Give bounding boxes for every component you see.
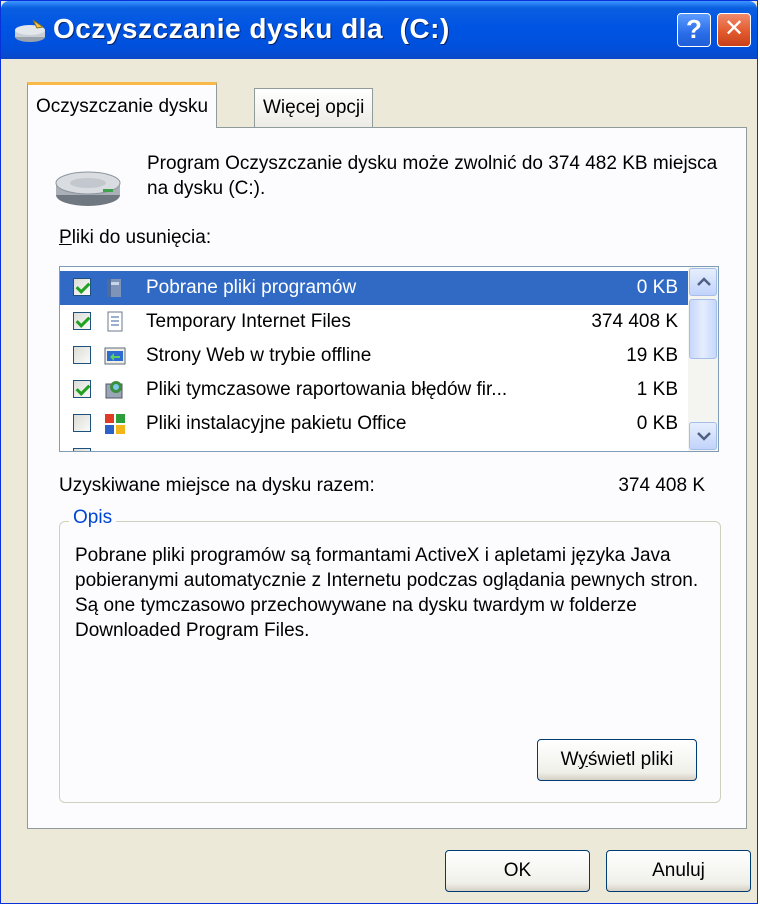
view-files-label-prefix: W [560,749,579,770]
error-report-icon [105,381,123,399]
hard-drive-icon [55,171,121,206]
file-name: Pliki tymczasowe raportowania błędów fir… [146,379,508,400]
file-size: 1 KB [636,379,678,400]
scroll-down-button[interactable] [689,422,717,450]
vertical-scrollbar[interactable] [688,267,718,451]
description-legend: Opis [69,507,117,529]
cancel-button[interactable]: Anuluj [606,850,751,892]
list-item[interactable]: Pliki tymczasowe raportowania błędów fir… [60,373,688,407]
file-size: 19 KB [626,345,678,366]
tab-disk-cleanup[interactable]: Oczyszczanie dysku [27,82,218,128]
item-checkbox[interactable] [73,312,91,330]
list-item[interactable]: Pliki instalacyjne pakietu Office 0 KB [60,407,688,441]
file-name: Pobrane pliki programów [146,277,357,298]
help-button[interactable]: ? [677,13,711,47]
total-space-label: Uzyskiwane miejsce na dysku razem: [59,475,375,496]
view-files-button[interactable]: Wyświetl pliki [537,739,697,781]
chevron-down-icon [697,432,711,441]
title-bar[interactable]: Oczyszczanie dysku dla (C:) ? ✕ [1,1,757,59]
close-button[interactable]: ✕ [717,13,751,47]
item-checkbox[interactable] [73,448,91,451]
files-to-delete-label: Pliki do usunięcia: [59,227,211,249]
scroll-thumb[interactable] [689,299,717,359]
list-item[interactable]: Temporary Internet Files 374 408 K [60,305,688,339]
view-files-accesskey: y [578,749,588,770]
list-item[interactable]: Strony Web w trybie offline 19 KB [60,339,688,373]
item-checkbox[interactable] [73,414,91,432]
files-label-text: liki do usunięcia: [71,227,212,248]
total-space-value: 374 408 K [618,475,705,496]
office-icon [105,414,125,434]
disk-cleanup-icon [15,19,45,42]
window-title: Oczyszczanie dysku dla (C:) [53,13,450,44]
disk-cleanup-window: Oczyszczanie dysku dla (C:) ? ✕ Oczyszcz… [0,0,758,904]
file-size: 0 KB [636,277,678,298]
list-item[interactable]: Pobrane pliki programów 0 KB [60,271,688,305]
file-name: Temporary Internet Files [146,311,351,332]
files-list[interactable]: Pobrane pliki programów 0 KB Temporary I… [59,266,719,452]
scroll-up-button[interactable] [689,268,717,296]
offline-web-icon [104,347,126,365]
description-text: Pobrane pliki programów są formantami Ac… [75,545,699,641]
file-name: Strony Web w trybie offline [146,345,372,366]
view-files-label-rest: świetl pliki [587,749,674,770]
tab-more-options[interactable]: Więcej opcji [254,88,374,128]
item-checkbox[interactable] [73,278,91,296]
file-size: 374 408 K [591,311,678,332]
folder-program-icon [107,279,121,297]
cleanup-info-text: Program Oczyszczanie dysku może zwolnić … [147,153,718,199]
list-item[interactable] [60,441,688,451]
document-icon [107,311,123,332]
file-name: Pliki instalacyjne pakietu Office [146,413,407,434]
item-checkbox[interactable] [73,380,91,398]
item-checkbox[interactable] [73,346,91,364]
files-label-accesskey: P [59,227,72,248]
chevron-up-icon [697,277,711,286]
file-size: 0 KB [636,413,678,434]
ok-button[interactable]: OK [445,850,590,892]
